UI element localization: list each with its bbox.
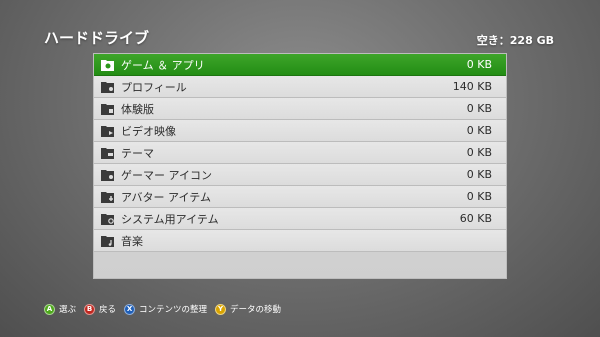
list-item-label: ゲーム ＆ アプリ — [121, 58, 205, 72]
list-item-gamer-icon[interactable]: ゲーマー アイコン 0 KB — [94, 164, 506, 186]
list-item-label: システム用アイテム — [121, 212, 219, 226]
hint-label: データの移動 — [230, 305, 282, 315]
profile-icon — [100, 80, 116, 94]
hint-select[interactable]: A 選ぶ — [44, 303, 76, 315]
avatar-item-icon — [100, 190, 116, 204]
list-item-demo[interactable]: 体験版 0 KB — [94, 98, 506, 120]
a-button-icon: A — [44, 303, 55, 315]
gamer-icon-icon — [100, 168, 116, 182]
list-item-label: テーマ — [121, 146, 154, 160]
list-item-size: 0 KB — [466, 190, 492, 203]
list-item-label: ビデオ映像 — [121, 124, 176, 138]
music-icon — [100, 234, 116, 248]
list-item-profile[interactable]: プロフィール 140 KB — [94, 76, 506, 98]
list-item-size: 60 KB — [459, 212, 492, 225]
free-space-indicator: 空き：228 GB — [476, 34, 554, 47]
list-item-size: 0 KB — [466, 102, 492, 115]
list-item-video[interactable]: ビデオ映像 0 KB — [94, 120, 506, 142]
hint-label: コンテンツの整理 — [139, 305, 208, 315]
y-button-icon: Y — [215, 303, 227, 315]
storage-category-list: ゲーム ＆ アプリ 0 KB プロフィール 140 KB 体験版 0 KB ビデ… — [93, 53, 507, 279]
list-item-label: アバター アイテム — [121, 190, 211, 204]
system-item-icon — [100, 212, 116, 226]
demo-icon — [100, 102, 116, 116]
list-item-theme[interactable]: テーマ 0 KB — [94, 142, 506, 164]
list-item-games-apps[interactable]: ゲーム ＆ アプリ 0 KB — [94, 54, 506, 76]
list-item-avatar-item[interactable]: アバター アイテム 0 KB — [94, 186, 506, 208]
games-apps-icon — [100, 58, 116, 72]
page-title: ハードドライブ — [44, 29, 150, 47]
list-item-label: ゲーマー アイコン — [121, 168, 212, 182]
list-item-label: プロフィール — [121, 80, 187, 94]
hint-organize[interactable]: X コンテンツの整理 — [124, 303, 207, 315]
list-item-size: 0 KB — [466, 124, 492, 137]
list-item-size: 0 KB — [466, 146, 492, 159]
video-icon — [100, 124, 116, 138]
hint-label: 戻る — [99, 305, 117, 315]
hint-move-data[interactable]: Y データの移動 — [215, 303, 281, 315]
hint-back[interactable]: B 戻る — [84, 303, 116, 315]
theme-icon — [100, 146, 116, 160]
list-item-size: 140 KB — [452, 80, 492, 93]
button-hint-bar: A 選ぶ B 戻る X コンテンツの整理 Y データの移動 — [44, 301, 289, 317]
list-item-music[interactable]: 音楽 — [94, 230, 506, 252]
x-button-icon: X — [124, 303, 136, 315]
hint-label: 選ぶ — [59, 305, 77, 315]
b-button-icon: B — [84, 303, 96, 315]
list-item-system-item[interactable]: システム用アイテム 60 KB — [94, 208, 506, 230]
list-item-size: 0 KB — [466, 58, 492, 71]
list-item-size: 0 KB — [466, 168, 492, 181]
list-item-label: 音楽 — [121, 234, 143, 248]
list-item-label: 体験版 — [121, 102, 154, 116]
